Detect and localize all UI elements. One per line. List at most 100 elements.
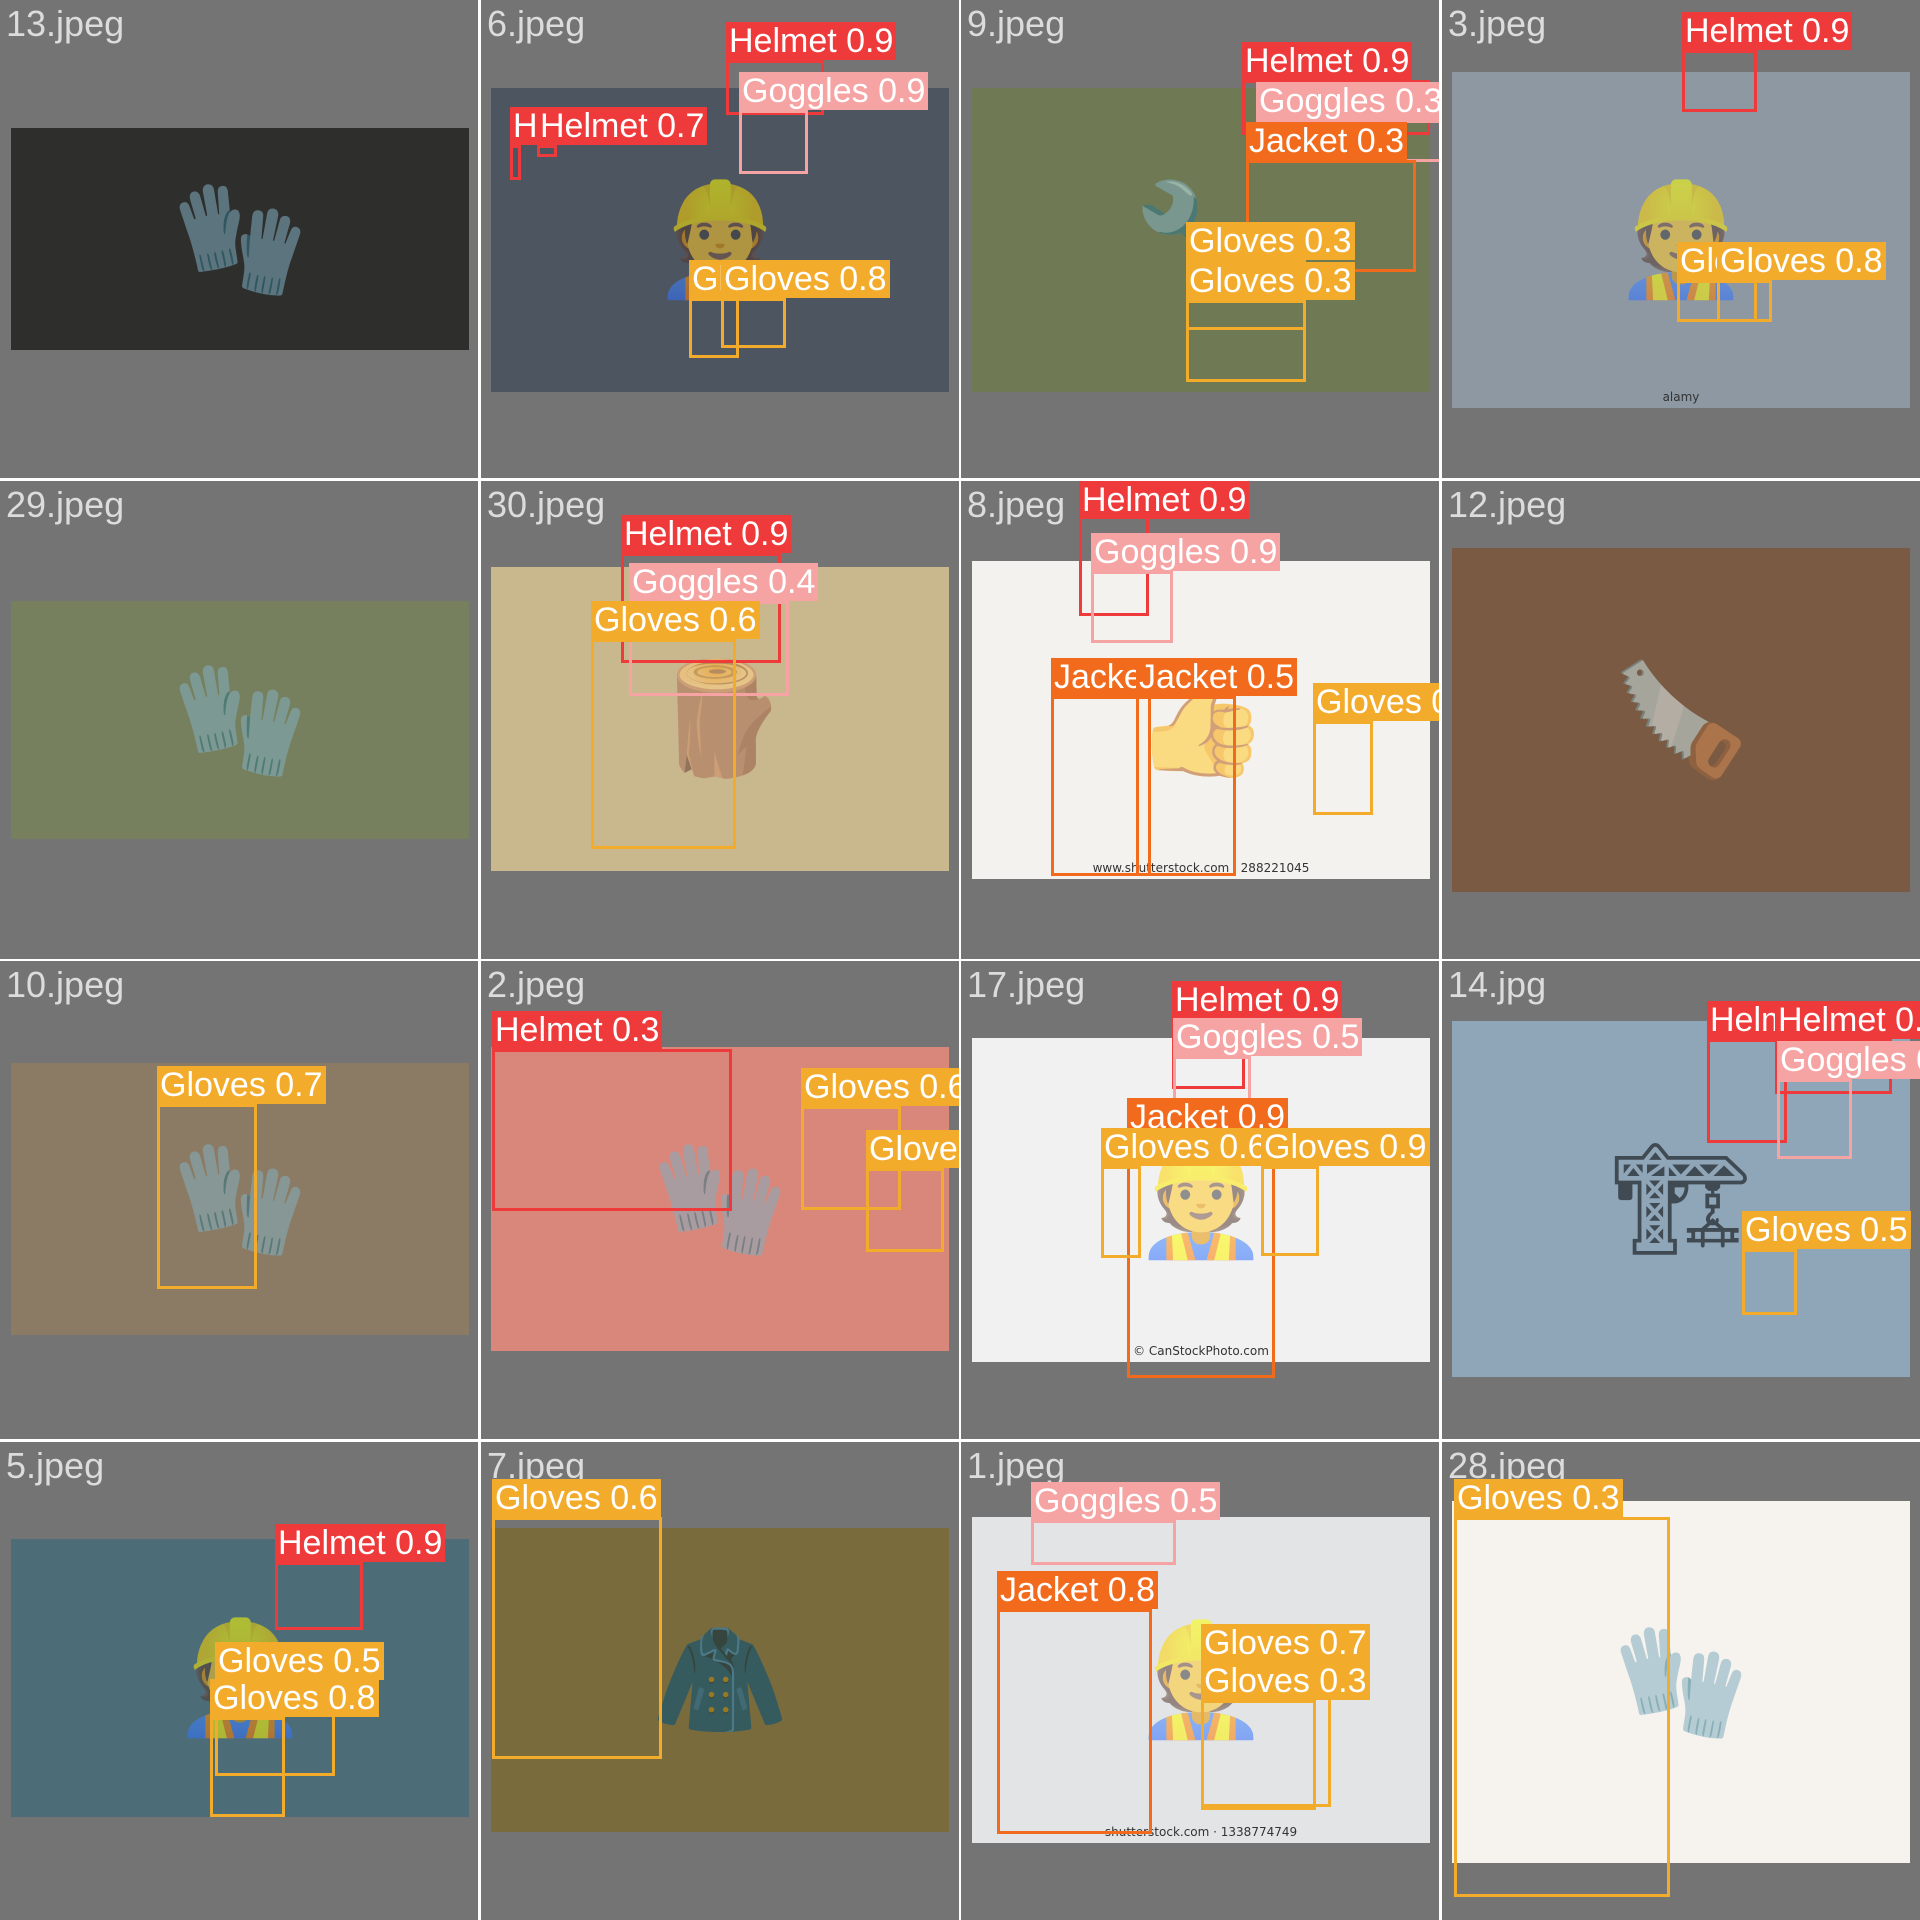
detection-label-helmet: Helmet 0.9 [1079, 481, 1250, 519]
detection-label-gloves: Gloves 0.7 [1201, 1624, 1370, 1662]
detection-box-jacket [1136, 696, 1236, 876]
image-filename: 5.jpeg [6, 1445, 105, 1486]
detection-label-gloves: Gloves 0.3 [1186, 262, 1355, 300]
detection-label-gloves: Gloves 0.6 [492, 1479, 661, 1517]
detection-label-helmet: Helmet 0.9 [726, 22, 897, 60]
detection-box-goggles [1091, 571, 1173, 643]
detection-box-gloves [1101, 1166, 1141, 1258]
image-filename: 8.jpeg [967, 484, 1066, 525]
detection-box-goggles [1777, 1079, 1852, 1159]
gloved-hands-photo: 🧤 [11, 128, 469, 350]
result-tile: 👷alamy3.jpegHelmet 0.9Gloves 0.3Gloves 0… [1442, 0, 1920, 478]
detection-label-helmet: Helmet 0.9 [1775, 1001, 1920, 1039]
detection-label-goggles: Goggles 0.9 [739, 72, 929, 110]
detection-label-goggles: Goggles 0.5 [1173, 1018, 1363, 1056]
gloves-lifting-block-photo: 🧤 [11, 601, 469, 839]
detection-label-gloves: Gloves 0.7 [157, 1066, 326, 1104]
image-filename: 3.jpeg [1448, 3, 1547, 44]
warehouse-worker-photo: 👷 alamy [1452, 72, 1910, 408]
detection-results-grid: 🧤 13.jpeg 👷 6.jpeg Helmet 0.9 Goggles 0.9 Helm… [0, 0, 1920, 1920]
detection-label-jacket: Jacket 0.8 [997, 1571, 1158, 1609]
detection-label-gloves: Gloves 0.3 [1454, 1479, 1623, 1517]
detection-box-gloves [1186, 300, 1306, 382]
result-tile: 🧤 13.jpeg [0, 0, 478, 478]
detection-label-jacket: Jacket 0.5 [1136, 658, 1297, 696]
detection-label-gloves: Gloves 0.3 [1201, 1662, 1370, 1700]
result-tile: 👷6.jpegHelmet 0.9Goggles 0.9Helmet 0.4He… [481, 0, 959, 478]
detection-label-helmet: Helmet 0.9 [1682, 12, 1853, 50]
image-filename: 2.jpeg [487, 964, 586, 1005]
detection-label-gloves: Gloves 0.9 [1261, 1128, 1430, 1166]
detection-label-helmet: Helmet 0.9 [275, 1524, 446, 1562]
detection-box-gloves [157, 1104, 257, 1289]
detection-label-gloves: Gloves 0.7 [866, 1130, 959, 1168]
detection-label-goggles: Goggles 0.6 [1777, 1041, 1920, 1079]
detection-label-gloves: Gloves 0.6 [801, 1068, 959, 1106]
detection-box-helmet [492, 1049, 732, 1211]
detection-box-gloves [1742, 1249, 1797, 1315]
detection-box-gloves [1717, 280, 1772, 322]
result-tile: 👍 www.shutterstock.com · 288221045 8.jpeg H… [961, 481, 1439, 959]
detection-label-goggles: Goggles 0.3 [1256, 82, 1439, 120]
result-tile: 🧤 28.jpeg Gloves 0.3 [1442, 1442, 1920, 1920]
image-filename: 14.jpg [1448, 964, 1547, 1005]
detection-label-helmet: Helmet 0.9 [1242, 42, 1413, 80]
detection-label-goggles: Goggles 0.4 [629, 563, 819, 601]
miter-saw-photo: 🪚 [1452, 548, 1910, 892]
detection-box-helmet [275, 1562, 363, 1630]
result-tile: 🪵 30.jpeg Helmet 0.9 Goggles 0.4 Gloves 0.6 [481, 481, 959, 959]
detection-label-helmet: Helmet 0.9 [1172, 981, 1343, 1019]
yellow-coat-worker-icon: 🧥 [651, 1618, 789, 1742]
miter-saw-icon: 🪚 [1612, 658, 1750, 782]
detection-box-gloves [866, 1168, 944, 1252]
result-tile: 🧥 7.jpeg Gloves 0.6 [481, 1442, 959, 1920]
image-filename: 10.jpeg [6, 964, 125, 1005]
detection-label-gloves: Gloves 0.6 [1101, 1128, 1270, 1166]
detection-box-goggles [739, 110, 808, 174]
image-filename: 17.jpeg [967, 964, 1086, 1005]
result-tile: 🏗14.jpgHelmet 0.9Helmet 0.9Goggles 0.6Gl… [1442, 961, 1920, 1439]
detection-box-gloves [721, 298, 786, 348]
detection-label-jacket: Jacket 0.3 [1246, 122, 1407, 160]
detection-box-gloves [591, 639, 736, 849]
result-tile: 🪚 12.jpeg [1442, 481, 1920, 959]
detection-label-helmet: Helmet 0.7 [537, 107, 708, 145]
gloved-hands-icon: 🧤 [171, 177, 309, 301]
construction-site-icon: 🏗 [1611, 1137, 1751, 1261]
result-tile: 👷shutterstock.com · 13387747491.jpegGogg… [961, 1442, 1439, 1920]
detection-box-gloves [1201, 1700, 1316, 1810]
image-filename: 30.jpeg [487, 484, 606, 525]
detection-label-gloves: Gloves 0.3 [1186, 222, 1355, 260]
detection-box-helmet [1682, 50, 1757, 112]
result-tile: 🧤2.jpegHelmet 0.3Gloves 0.6Gloves 0.7 [481, 961, 959, 1439]
photo-watermark: alamy [1662, 390, 1700, 404]
detection-box-helmet [537, 145, 557, 157]
detection-label-helmet: Helmet 0.3 [492, 1011, 663, 1049]
detection-box-gloves [1313, 721, 1373, 815]
image-filename: 29.jpeg [6, 484, 125, 525]
image-filename: 9.jpeg [967, 3, 1066, 44]
detection-box-jacket [1127, 1136, 1275, 1378]
gloves-lifting-block-icon: 🧤 [171, 658, 309, 782]
detection-box-helmet [510, 145, 521, 180]
detection-box-jacket [997, 1609, 1152, 1834]
detection-label-goggles: Goggles 0.5 [1031, 1482, 1221, 1520]
detection-label-gloves: Gloves 0.6 [1313, 683, 1439, 721]
image-filename: 13.jpeg [6, 3, 125, 44]
result-tile: 👷5.jpegHelmet 0.9Gloves 0.5Gloves 0.8 [0, 1442, 478, 1920]
detection-label-goggles: Goggles 0.9 [1091, 533, 1281, 571]
detection-box-goggles [1031, 1520, 1176, 1565]
detection-label-gloves: Gloves 0.5 [1742, 1211, 1911, 1249]
detection-box-gloves [1261, 1166, 1319, 1256]
detection-box-gloves [210, 1717, 285, 1817]
image-filename: 12.jpeg [1448, 484, 1567, 525]
detection-label-gloves: Gloves 0.6 [591, 601, 760, 639]
image-filename: 6.jpeg [487, 3, 586, 44]
image-filename: 1.jpeg [967, 1445, 1066, 1486]
detection-label-gloves: Gloves 0.5 [215, 1642, 384, 1680]
detection-box-gloves [492, 1517, 662, 1759]
detection-label-gloves: Gloves 0.8 [210, 1679, 379, 1717]
result-tile: 🧤 29.jpeg [0, 481, 478, 959]
detection-label-gloves: Gloves 0.8 [1717, 242, 1886, 280]
result-tile: 🔧9.jpegHelmet 0.9Goggles 0.3Jacket 0.3Gl… [961, 0, 1439, 478]
